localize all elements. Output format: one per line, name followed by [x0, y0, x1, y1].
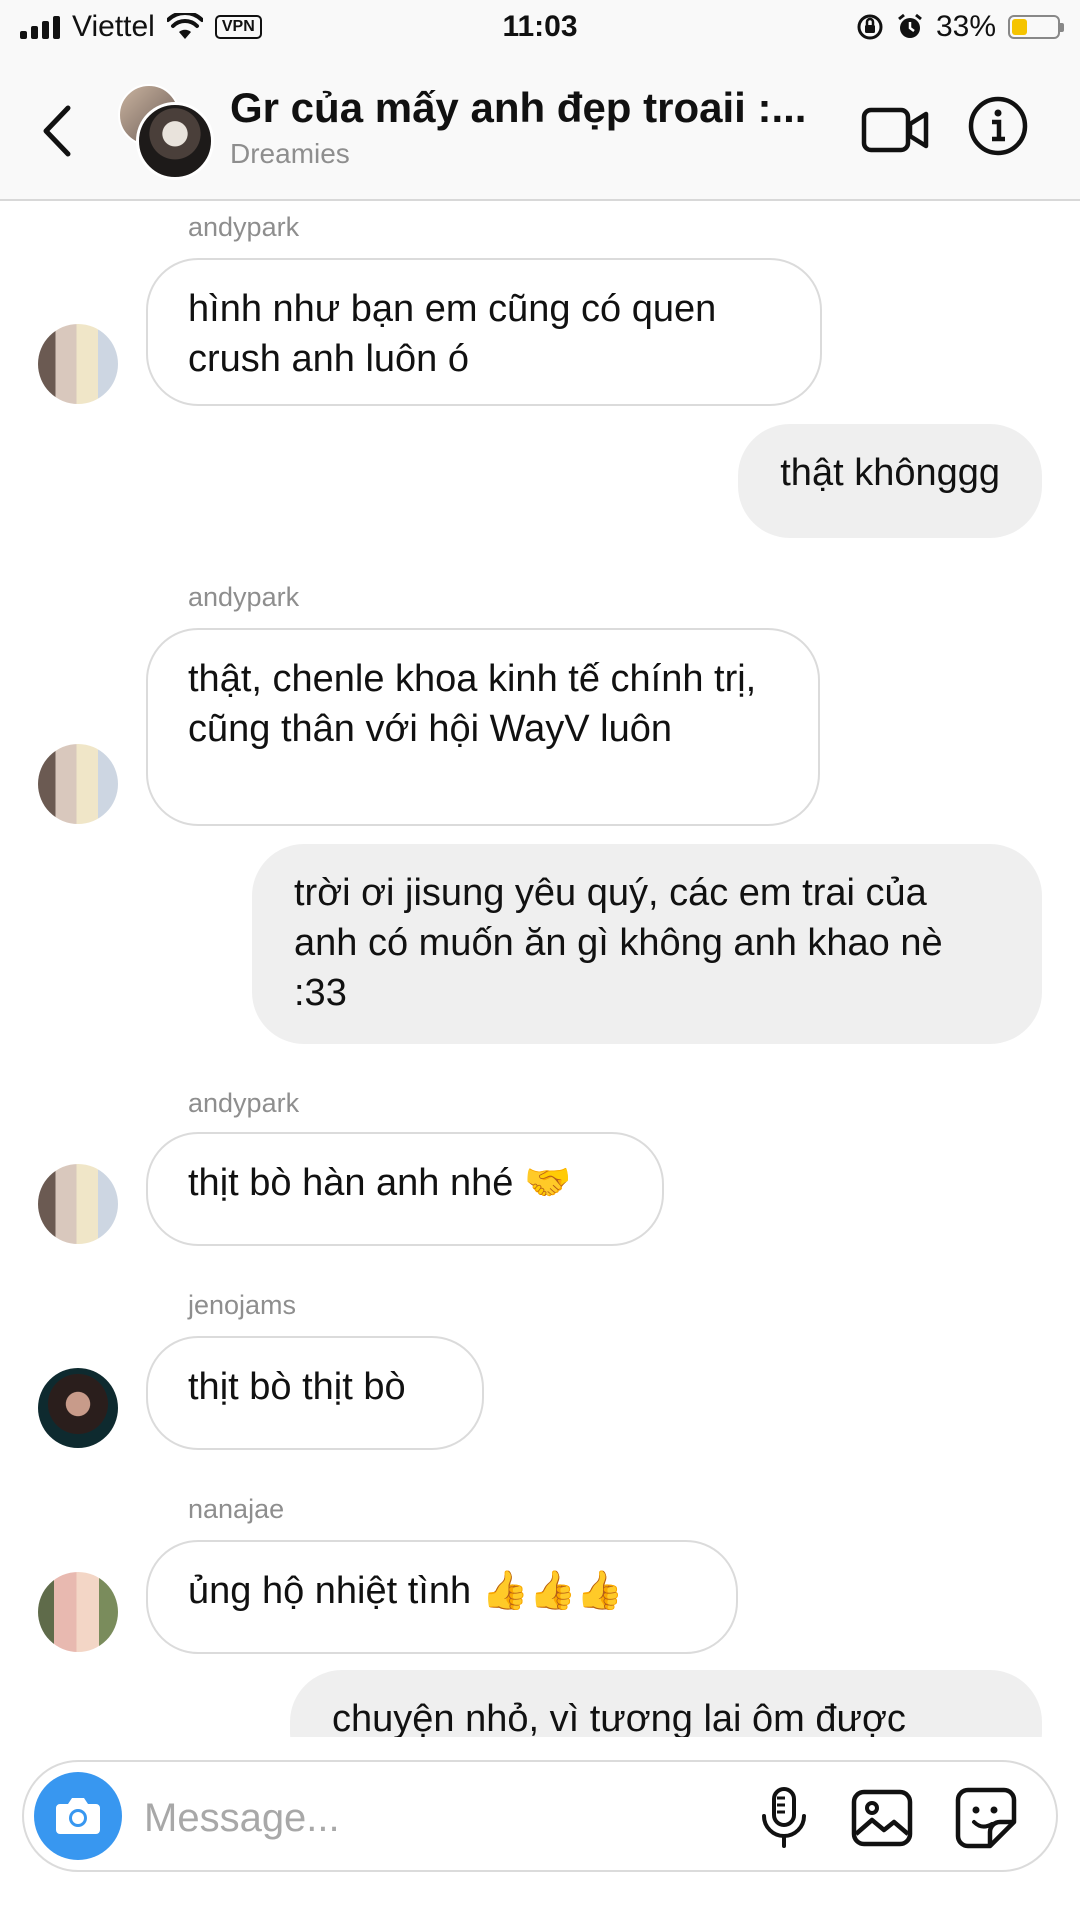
message-thread[interactable]: andypark hình như bạn em cũng có quen cr…: [0, 200, 1080, 1737]
back-chevron-icon[interactable]: [30, 96, 90, 166]
video-call-icon[interactable]: [860, 100, 930, 160]
sender-name: nanajae: [188, 1494, 285, 1524]
chat-subtitle: Dreamies: [230, 138, 350, 169]
sender-name: andypark: [188, 212, 300, 242]
message-composer: [22, 1760, 1058, 1872]
gallery-icon[interactable]: [850, 1786, 914, 1850]
battery-icon: [1008, 15, 1064, 39]
outgoing-message[interactable]: trời ơi jisung yêu quý, các em trai của …: [252, 844, 1042, 1044]
sender-name: jenojams: [188, 1290, 297, 1320]
avatar[interactable]: [38, 1572, 118, 1652]
incoming-message[interactable]: thật, chenle khoa kinh tế chính trị, cũn…: [146, 628, 820, 826]
avatar[interactable]: [38, 1164, 118, 1244]
home-indicator-area: [0, 1900, 1080, 1920]
outgoing-message[interactable]: thật khônggg: [738, 424, 1042, 538]
chat-header: Gr của mấy anh đẹp troaii :... Dreamies: [0, 56, 1080, 201]
microphone-icon[interactable]: [754, 1786, 814, 1850]
camera-icon: [56, 1798, 100, 1834]
avatar[interactable]: [38, 324, 118, 404]
status-right: 33%: [856, 10, 1064, 44]
chat-title[interactable]: Gr của mấy anh đẹp troaii :...: [230, 84, 830, 132]
sender-name: andypark: [188, 582, 300, 612]
avatar[interactable]: [38, 1368, 118, 1448]
incoming-message[interactable]: thịt bò hàn anh nhé 🤝: [146, 1132, 664, 1246]
orientation-lock-icon: [857, 14, 883, 40]
avatar[interactable]: [38, 744, 118, 824]
incoming-message[interactable]: thịt bò thịt bò: [146, 1336, 484, 1450]
status-bar: Viettel VPN 11:03 33%: [0, 0, 1080, 56]
battery-percent: 33%: [935, 10, 996, 43]
outgoing-message[interactable]: chuyện nhỏ, vì tương lai ôm được: [290, 1670, 1042, 1737]
alarm-icon: [898, 13, 922, 38]
incoming-message[interactable]: ủng hộ nhiệt tình 👍👍👍: [146, 1540, 738, 1654]
info-icon[interactable]: [966, 94, 1030, 158]
incoming-message[interactable]: hình như bạn em cũng có quen crush anh l…: [146, 258, 822, 406]
sticker-icon[interactable]: [954, 1786, 1018, 1850]
sender-name: andypark: [188, 1088, 300, 1118]
message-input[interactable]: [142, 1782, 706, 1854]
camera-button[interactable]: [34, 1772, 122, 1860]
battery-level: [1012, 19, 1027, 35]
group-avatar[interactable]: [118, 84, 214, 180]
group-avatar-front: [136, 102, 214, 180]
